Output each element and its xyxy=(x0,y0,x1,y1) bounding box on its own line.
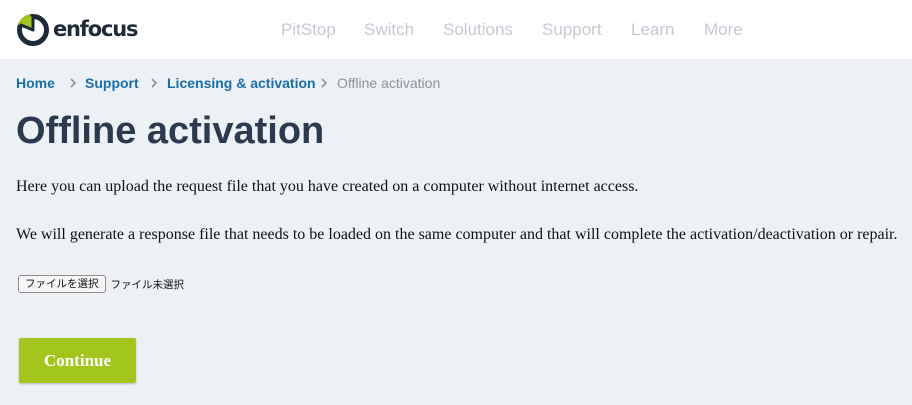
enfocus-logo-icon xyxy=(17,14,49,46)
logo-text: enfocus xyxy=(53,16,138,41)
nav-learn[interactable]: Learn xyxy=(631,19,674,41)
choose-file-button[interactable]: ファイルを選択 xyxy=(18,275,106,293)
logo[interactable]: enfocus xyxy=(17,14,138,46)
chevron-right-icon xyxy=(148,74,160,92)
nav-solutions[interactable]: Solutions xyxy=(443,19,513,41)
page-title: Offline activation xyxy=(16,110,325,152)
breadcrumb-licensing[interactable]: Licensing & activation xyxy=(167,74,316,92)
continue-button[interactable]: Continue xyxy=(19,338,136,383)
nav-pitstop[interactable]: PitStop xyxy=(281,19,336,41)
file-status: ファイル未選択 xyxy=(110,278,185,291)
site-header: enfocus PitStop Switch Solutions Support… xyxy=(0,0,912,59)
nav-support[interactable]: Support xyxy=(542,19,602,41)
nav-switch[interactable]: Switch xyxy=(364,19,414,41)
breadcrumb-home[interactable]: Home xyxy=(16,74,55,92)
instructions-paragraph: We will generate a response file that ne… xyxy=(16,226,898,243)
nav-more[interactable]: More xyxy=(704,19,743,41)
file-input: ファイルを選択 ファイル未選択 xyxy=(18,275,184,293)
intro-paragraph: Here you can upload the request file tha… xyxy=(16,178,639,195)
breadcrumb-current: Offline activation xyxy=(337,75,441,91)
chevron-right-icon xyxy=(67,74,79,92)
chevron-right-icon xyxy=(318,74,330,92)
breadcrumb-support[interactable]: Support xyxy=(85,74,139,92)
